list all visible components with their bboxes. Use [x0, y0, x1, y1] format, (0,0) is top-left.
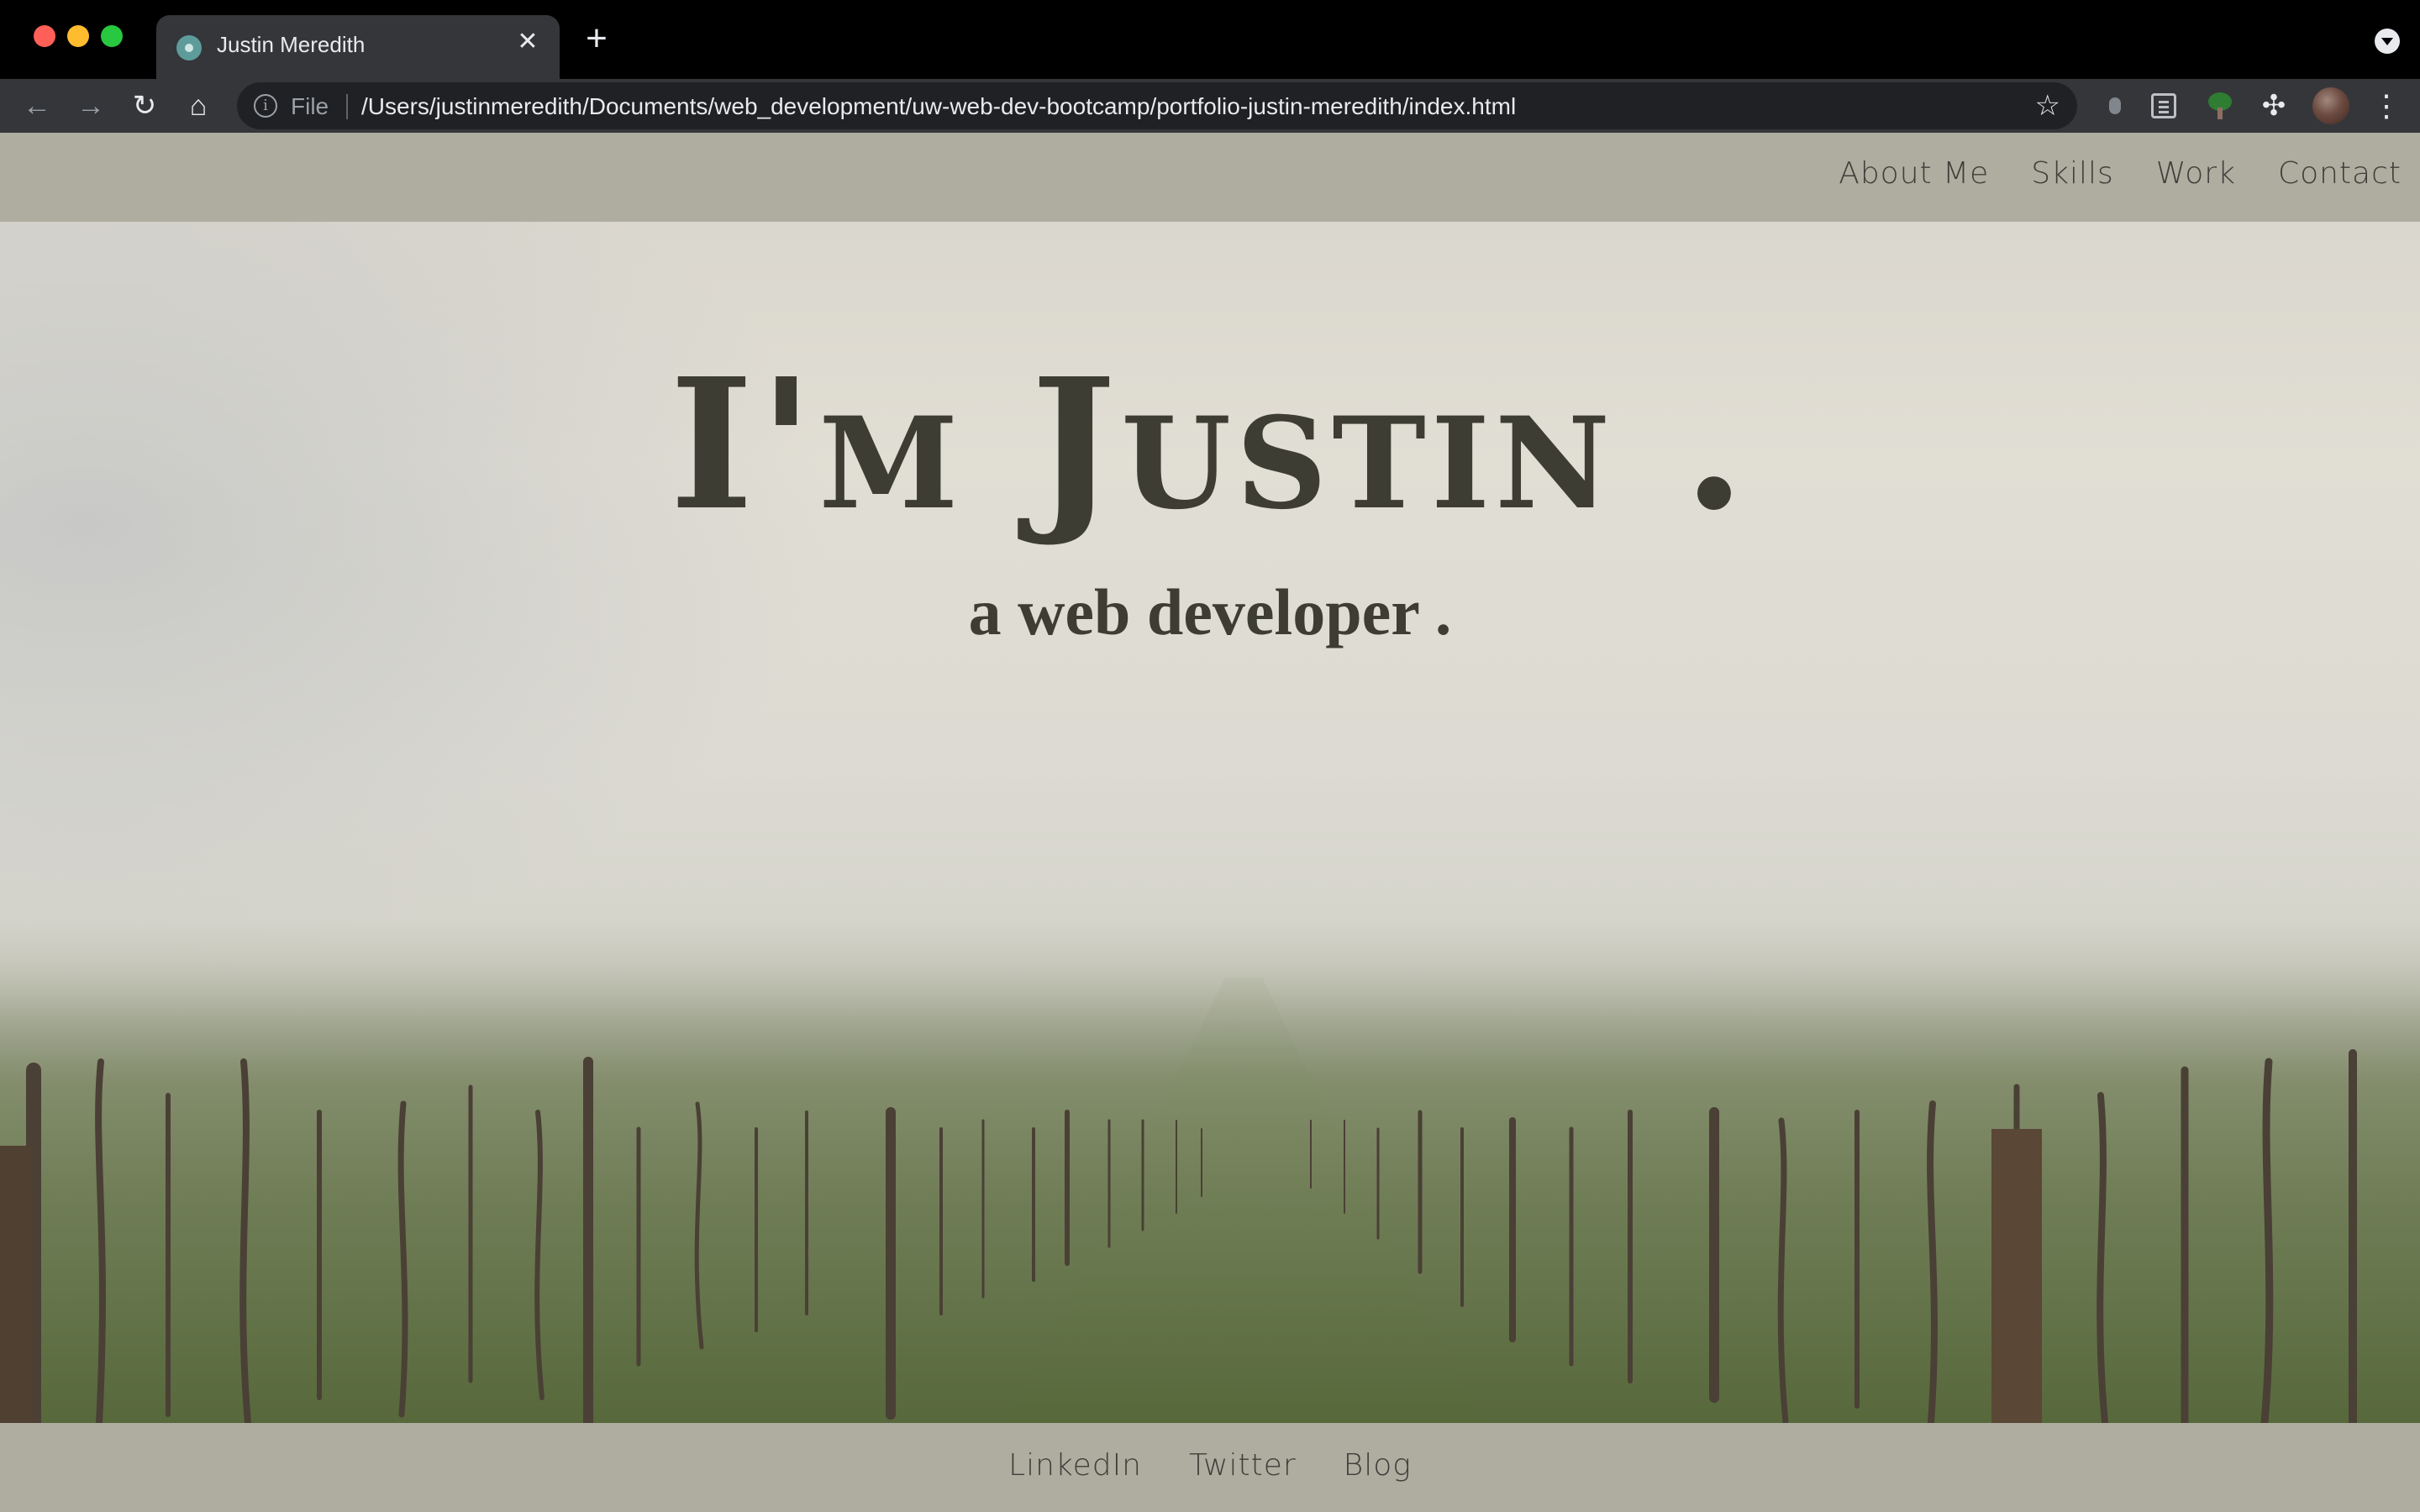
browser-tab-active[interactable]: Justin Meredith ✕ [156, 15, 560, 79]
back-icon[interactable]: ← [18, 87, 55, 124]
home-icon[interactable]: ⌂ [180, 87, 217, 124]
tab-search-icon[interactable] [2375, 29, 2400, 54]
nav-link-contact[interactable]: Contact [2278, 156, 2402, 191]
footer-link-twitter[interactable]: Twitter [1189, 1448, 1297, 1483]
site-header: About Me Skills Work Contact [0, 133, 2420, 222]
address-divider [346, 94, 348, 119]
hero-title: I'm Justin . [669, 339, 1751, 550]
site-footer: LinkedIn Twitter Blog [0, 1423, 2420, 1512]
footer-link-blog[interactable]: Blog [1344, 1448, 1412, 1483]
tree-extension-icon[interactable] [2205, 91, 2235, 121]
web-page: About Me Skills Work Contact I'm Justin … [0, 133, 2420, 1512]
nav-link-about-me[interactable]: About Me [1839, 156, 1989, 191]
bookmark-star-icon[interactable]: ☆ [2035, 89, 2060, 123]
reload-icon[interactable]: ↻ [126, 87, 163, 124]
hero-section: I'm Justin . a web developer . [0, 222, 2420, 1423]
hero-subtitle: a web developer . [968, 575, 1452, 648]
maximize-window-button[interactable] [101, 25, 123, 47]
new-tab-button[interactable]: + [580, 20, 613, 57]
forward-icon[interactable]: → [72, 87, 109, 124]
close-window-button[interactable] [34, 25, 55, 47]
footer-links: LinkedIn Twitter Blog [0, 1448, 2420, 1483]
browser-toolbar: ← → ↻ ⌂ i File /Users/justinmeredith/Doc… [0, 79, 2420, 133]
site-nav: About Me Skills Work Contact [1839, 156, 2402, 191]
browser-titlebar: Justin Meredith ✕ + [0, 0, 2420, 79]
tab-title: Justin Meredith [217, 32, 366, 57]
puzzle-extensions-icon[interactable]: ✣ [2259, 91, 2289, 121]
reader-mode-icon[interactable] [2151, 93, 2176, 118]
minimize-window-button[interactable] [67, 25, 89, 47]
site-favicon-icon [176, 35, 202, 60]
profile-avatar[interactable] [2312, 87, 2349, 124]
nav-link-skills[interactable]: Skills [2031, 156, 2113, 191]
address-bar[interactable]: i File /Users/justinmeredith/Documents/w… [237, 82, 2077, 129]
extension-icon[interactable] [2101, 91, 2131, 121]
footer-link-linkedin[interactable]: LinkedIn [1008, 1448, 1142, 1483]
address-url[interactable]: /Users/justinmeredith/Documents/web_deve… [361, 93, 1516, 120]
tab-close-icon[interactable]: ✕ [513, 27, 543, 57]
info-icon[interactable]: i [254, 94, 277, 118]
kebab-menu-icon[interactable]: ⋮ [2370, 87, 2403, 124]
address-scheme-label: File [291, 93, 329, 119]
nav-link-work[interactable]: Work [2156, 156, 2236, 191]
